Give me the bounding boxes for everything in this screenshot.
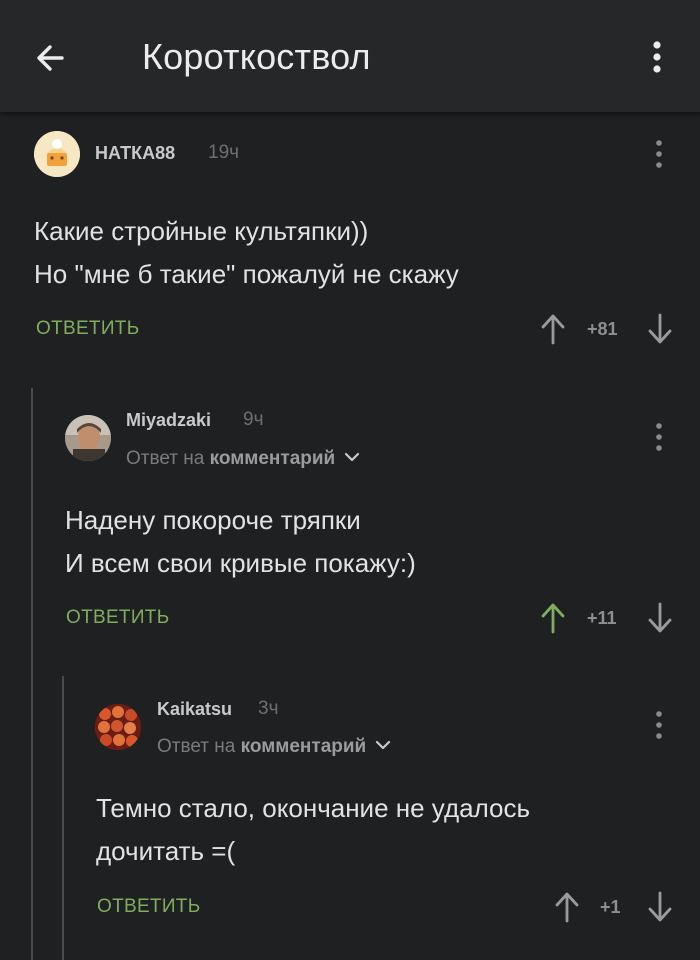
rating: +81 — [587, 319, 618, 339]
avatar[interactable] — [95, 704, 141, 750]
comment-menu-button[interactable] — [649, 137, 669, 171]
downvote-button[interactable] — [645, 890, 675, 924]
reply-to-label[interactable]: Ответ на комментарий — [126, 448, 361, 470]
rating: +1 — [600, 897, 621, 917]
reply-to-label[interactable]: Ответ на комментарий — [157, 736, 392, 758]
downvote-button[interactable] — [645, 601, 675, 635]
reply-button[interactable]: ОТВЕТИТЬ — [97, 896, 200, 918]
comment-text: Какие стройные культяпки)) Но "мне б так… — [34, 210, 459, 296]
comment-text-line: И всем свои кривые покажу:) — [65, 548, 416, 578]
comment-text-line: Какие стройные культяпки)) — [34, 216, 369, 246]
comment-text-line: Но "мне б такие" пожалуй не скажу — [34, 259, 459, 289]
arrow-up-icon — [555, 892, 579, 923]
comment-text-line: дочитать =( — [96, 836, 236, 866]
more-vertical-icon — [656, 711, 662, 739]
comment-text-line: Надену покороче тряпки — [65, 505, 361, 535]
thread-line — [31, 388, 33, 960]
upvote-button[interactable] — [538, 312, 568, 346]
comment-menu-button[interactable] — [649, 420, 669, 454]
upvote-button[interactable] — [538, 601, 568, 635]
reply-button[interactable]: ОТВЕТИТЬ — [36, 318, 139, 340]
avatar[interactable] — [34, 131, 80, 177]
overflow-menu-button[interactable] — [642, 38, 672, 78]
rating: +11 — [587, 608, 617, 628]
more-vertical-icon — [653, 41, 661, 73]
arrow-up-icon — [541, 603, 565, 634]
reply-to-target: комментарий — [209, 448, 336, 469]
chevron-down-icon — [375, 740, 390, 750]
comment-time: 9ч — [243, 409, 264, 430]
page-title: Короткоствол — [142, 36, 371, 77]
arrow-down-icon — [648, 602, 672, 633]
comment-username[interactable]: НАТКА88 — [95, 143, 175, 164]
reply-to-prefix: Ответ на — [126, 448, 205, 469]
avatar[interactable] — [65, 415, 111, 461]
back-button[interactable] — [28, 38, 80, 78]
upvote-button[interactable] — [552, 890, 582, 924]
reply-to-target: комментарий — [240, 736, 367, 757]
comment-username[interactable]: Kaikatsu — [157, 699, 232, 720]
arrow-down-icon — [648, 891, 672, 922]
arrow-up-icon — [541, 314, 565, 345]
comment-text-line: Темно стало, окончание не удалось — [96, 793, 531, 823]
comment-time: 19ч — [208, 142, 240, 163]
comment-text: Темно стало, окончание не удалось дочита… — [96, 787, 530, 873]
app-bar: Короткоствол — [0, 0, 700, 112]
arrow-down-icon — [648, 313, 672, 344]
more-vertical-icon — [656, 423, 662, 451]
comment-menu-button[interactable] — [649, 708, 669, 742]
downvote-button[interactable] — [645, 312, 675, 346]
comment-text: Надену покороче тряпки И всем свои кривы… — [65, 499, 416, 585]
comment-time: 3ч — [258, 698, 279, 719]
thread-line — [62, 676, 64, 960]
reply-button[interactable]: ОТВЕТИТЬ — [66, 607, 169, 629]
more-vertical-icon — [656, 140, 662, 168]
comment-username[interactable]: Miyadzaki — [126, 410, 211, 431]
reply-to-prefix: Ответ на — [157, 736, 236, 757]
chevron-down-icon — [344, 452, 359, 462]
arrow-left-icon — [37, 45, 64, 71]
